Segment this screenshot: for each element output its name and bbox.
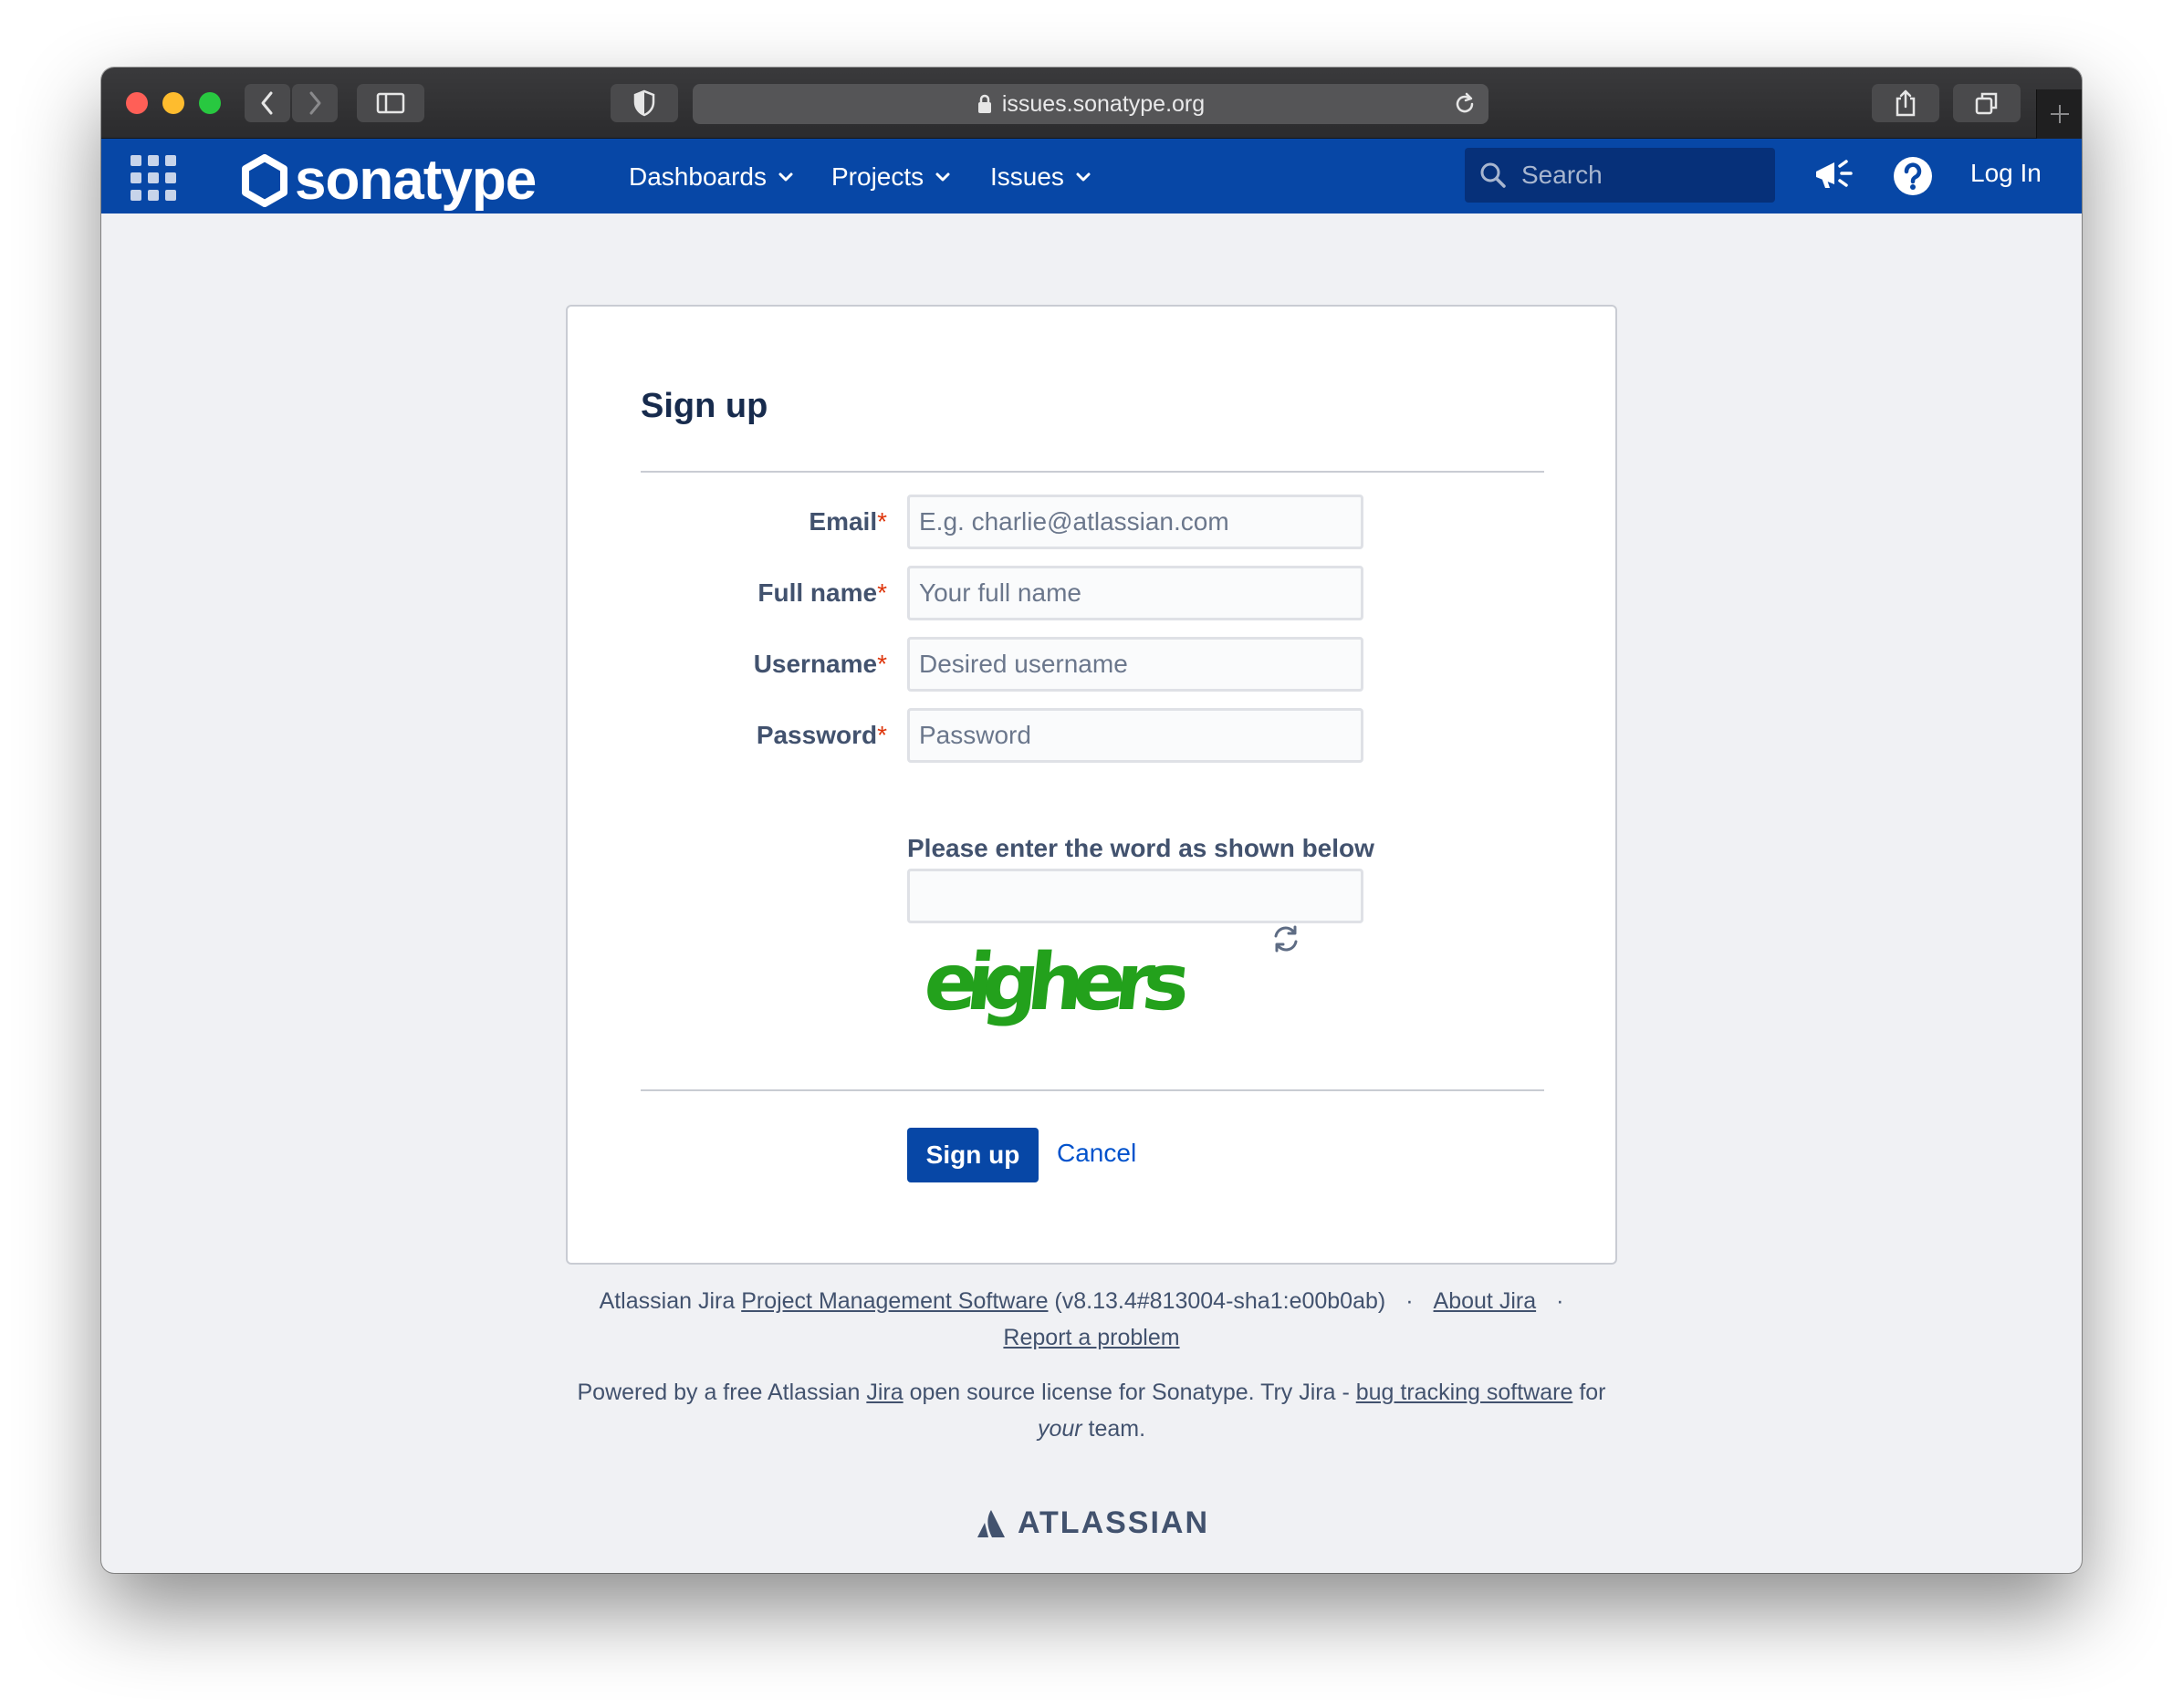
share-icon (1896, 89, 1916, 117)
brand-name: sonatype (295, 149, 537, 212)
search-input[interactable]: Search (1465, 148, 1775, 203)
captcha-label: Please enter the word as shown below (907, 834, 1374, 862)
email-label: Email* (613, 507, 887, 536)
username-field[interactable] (907, 637, 1363, 692)
help-icon[interactable] (1892, 155, 1934, 197)
app-switcher-icon[interactable] (131, 155, 176, 201)
actions-divider (641, 1089, 1544, 1091)
required-marker: * (877, 507, 887, 536)
required-marker: * (877, 721, 887, 749)
minimize-window-button[interactable] (162, 92, 184, 114)
captcha-input[interactable] (907, 869, 1363, 923)
required-marker: * (877, 578, 887, 607)
sonatype-logo[interactable]: sonatype (240, 148, 537, 213)
footer-line-1: Atlassian Jira Project Management Softwa… (599, 1288, 1564, 1314)
atlassian-wordmark: ATLASSIAN (1018, 1505, 1210, 1540)
lock-icon (977, 94, 991, 113)
footer-line-3: Powered by a free Atlassian Jira open so… (101, 1380, 2082, 1406)
footer-product: Atlassian Jira (599, 1288, 736, 1314)
nav-projects-menu[interactable]: Projects (831, 159, 951, 195)
username-label-text: Username (753, 650, 878, 678)
nav-issues-label: Issues (990, 162, 1064, 191)
about-jira-link[interactable]: About Jira (1434, 1288, 1537, 1314)
jira-link[interactable]: Jira (866, 1380, 903, 1405)
team-text: team. (1088, 1416, 1146, 1442)
report-problem-link[interactable]: Report a problem (1003, 1325, 1179, 1350)
required-marker: * (877, 650, 887, 678)
nav-issues-menu[interactable]: Issues (990, 159, 1092, 195)
nav-dashboards-menu[interactable]: Dashboards (629, 159, 794, 195)
chevron-down-icon (1076, 172, 1091, 182)
refresh-captcha-icon[interactable] (1270, 923, 1301, 954)
fullname-label: Full name* (613, 578, 887, 608)
page-title: Sign up (641, 387, 768, 425)
url-text: issues.sonatype.org (1001, 90, 1206, 117)
login-link[interactable]: Log In (1970, 159, 2042, 188)
project-management-link[interactable]: Project Management Software (741, 1288, 1048, 1314)
fullname-label-text: Full name (757, 578, 878, 607)
footer-version: (v8.13.4#813004-sha1:e00b0ab) (1054, 1288, 1386, 1314)
license-text: open source license for Sonatype. Try Ji… (909, 1380, 1350, 1405)
email-field[interactable] (907, 495, 1363, 549)
tabs-icon (1975, 92, 1998, 115)
address-bar[interactable]: issues.sonatype.org (693, 84, 1488, 124)
powered-by-text: Powered by a free Atlassian (577, 1380, 861, 1405)
back-button[interactable] (245, 84, 290, 122)
password-field[interactable] (907, 708, 1363, 763)
captcha-word: eighers (924, 942, 1192, 1028)
share-button[interactable] (1872, 84, 1939, 122)
username-label: Username* (613, 650, 887, 679)
atlassian-mark-icon (977, 1509, 1005, 1537)
nav-projects-label: Projects (831, 162, 924, 191)
tabs-overview-button[interactable] (1953, 84, 2021, 122)
bug-tracking-link[interactable]: bug tracking software (1356, 1380, 1573, 1405)
for-text: for (1579, 1380, 1606, 1405)
privacy-shield-button[interactable] (611, 84, 678, 122)
chevron-left-icon (261, 91, 273, 115)
sidebar-toggle-button[interactable] (357, 84, 424, 122)
zoom-window-button[interactable] (199, 92, 221, 114)
chevron-down-icon (935, 172, 950, 182)
sidebar-icon (376, 92, 405, 114)
shield-icon (633, 89, 655, 117)
browser-toolbar: issues.sonatype.org (101, 68, 2082, 139)
title-divider (641, 471, 1544, 473)
atlassian-logo[interactable]: ATLASSIAN (976, 1505, 1209, 1541)
browser-window: issues.sonatype.org sonatype Dashboards (101, 68, 2082, 1573)
signup-card: Sign up Email* Full name* Username* Pass… (566, 305, 1617, 1265)
search-icon (1480, 162, 1506, 188)
cancel-link[interactable]: Cancel (1057, 1139, 1136, 1168)
new-tab-button[interactable] (2036, 89, 2082, 139)
your-text: your (1037, 1416, 1082, 1442)
megaphone-icon[interactable] (1812, 153, 1854, 195)
chevron-right-icon (309, 91, 321, 115)
footer-line-2: Report a problem (101, 1325, 2082, 1351)
nav-dashboards-label: Dashboards (629, 162, 767, 191)
password-label: Password* (613, 721, 887, 750)
password-label-text: Password (756, 721, 878, 749)
signup-button[interactable]: Sign up (907, 1128, 1039, 1182)
top-navigation: sonatype Dashboards Projects Issues Sear… (101, 139, 2082, 214)
fullname-field[interactable] (907, 566, 1363, 620)
plus-icon (2050, 105, 2069, 123)
captcha-image: eighers (924, 942, 1192, 1028)
footer-line-4: your team. (101, 1416, 2082, 1442)
forward-button[interactable] (292, 84, 338, 122)
chevron-down-icon (778, 172, 793, 182)
email-label-text: Email (809, 507, 878, 536)
reload-icon[interactable] (1452, 91, 1478, 117)
search-placeholder: Search (1521, 161, 1603, 189)
close-window-button[interactable] (126, 92, 148, 114)
hexagon-logo-icon (242, 153, 287, 207)
